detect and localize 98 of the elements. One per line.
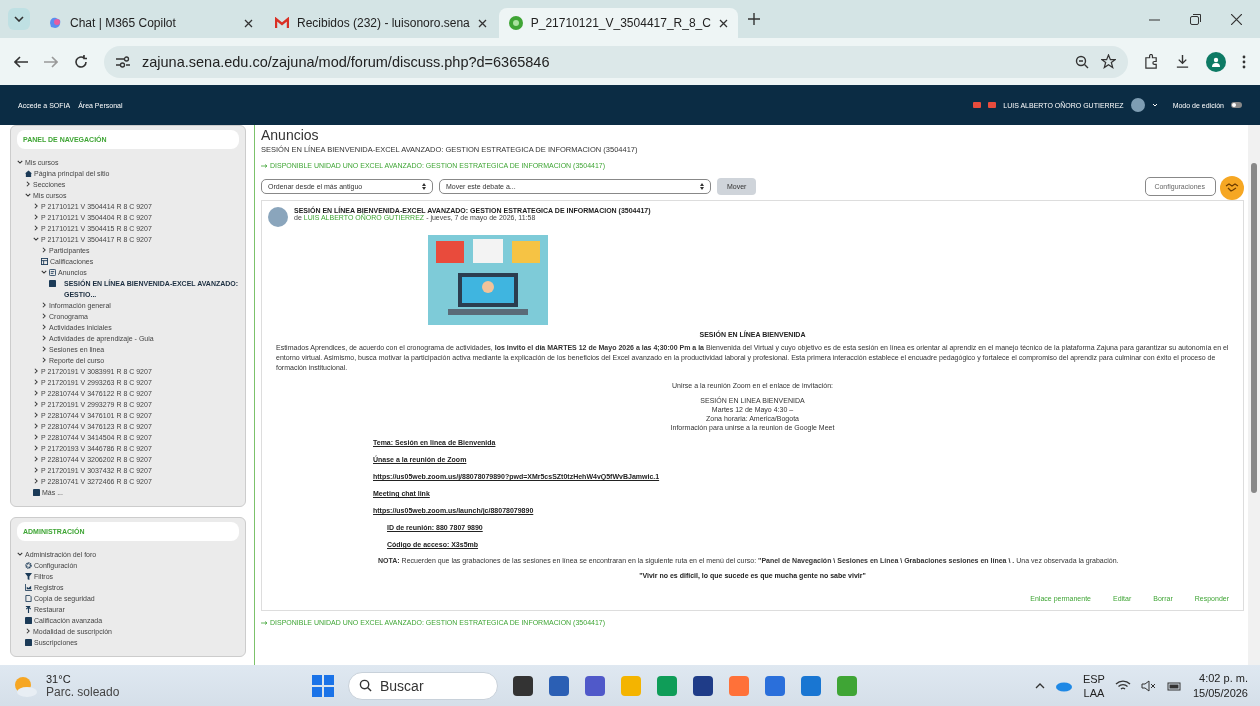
app-icon[interactable] — [692, 674, 714, 697]
page-heading: Anuncios — [261, 127, 320, 143]
envelope-logo-icon — [275, 17, 289, 29]
updown-caret-icon — [700, 183, 704, 190]
notification-icon[interactable] — [973, 102, 982, 108]
language-code[interactable]: ESP — [1082, 671, 1105, 686]
search-icon — [359, 679, 372, 692]
forum-icon — [49, 269, 56, 276]
battery-icon[interactable] — [1166, 679, 1183, 692]
clock-time[interactable]: 4:02 p. m. — [1199, 670, 1248, 686]
chevron-right-icon[interactable] — [33, 467, 39, 473]
file-icon — [25, 595, 32, 602]
square-icon — [49, 280, 56, 287]
square-icon — [33, 489, 40, 496]
app-icon[interactable] — [512, 674, 534, 697]
star-icon[interactable] — [1101, 54, 1116, 69]
new-tab-icon[interactable] — [747, 13, 760, 25]
chevron-right-icon[interactable] — [41, 346, 47, 352]
wifi-icon[interactable] — [1114, 679, 1131, 692]
browser-tab[interactable]: Recibidos (232) - luisonoro.sena — [265, 8, 497, 38]
weather-text: Parc. soleado — [46, 684, 120, 699]
chevron-right-icon[interactable] — [41, 313, 47, 319]
close-icon[interactable] — [244, 18, 253, 28]
caret-icon[interactable] — [1151, 103, 1158, 107]
chevron-down-icon[interactable] — [33, 236, 39, 242]
chevron-right-icon[interactable] — [33, 412, 39, 418]
app-icon[interactable] — [584, 674, 606, 697]
table-icon — [41, 258, 48, 265]
chevron-right-icon[interactable] — [33, 368, 39, 374]
arrow-right-icon — [261, 620, 268, 625]
chevron-right-icon[interactable] — [33, 390, 39, 396]
close-icon[interactable] — [718, 18, 728, 28]
chevron-down-icon[interactable] — [41, 269, 47, 275]
chevron-right-icon[interactable] — [33, 379, 39, 385]
address-bar[interactable]: zajuna.sena.edu.co/zajuna/mod/forum/discuss.php?d=6365846 — [104, 45, 1128, 78]
sun-cloud-icon — [12, 674, 38, 697]
chevron-right-icon[interactable] — [25, 628, 31, 634]
menu-icon[interactable] — [1242, 54, 1246, 69]
chevron-right-icon[interactable] — [33, 423, 39, 429]
chevron-right-icon[interactable] — [33, 445, 39, 451]
chevron-right-icon[interactable] — [33, 478, 39, 484]
chevron-right-icon[interactable] — [41, 324, 47, 330]
speaker-muted-icon[interactable] — [1140, 679, 1157, 692]
chevron-right-icon[interactable] — [25, 181, 31, 187]
reload-icon[interactable] — [74, 54, 88, 69]
chevron-right-icon[interactable] — [41, 247, 47, 253]
home-icon — [25, 170, 32, 177]
author-avatar — [268, 207, 288, 227]
close-icon[interactable] — [1231, 13, 1242, 25]
close-icon[interactable] — [477, 18, 487, 28]
browser-tab[interactable]: Chat | M365 Copilot — [38, 8, 263, 38]
chevron-down-icon[interactable] — [17, 551, 23, 557]
keyboard-layout[interactable]: LAA — [1083, 685, 1105, 700]
arrow-right-icon — [261, 163, 268, 168]
app-icon[interactable] — [548, 674, 570, 697]
upload-arrow-icon — [25, 606, 32, 613]
browser-tab[interactable]: P_21710121_V_3504417_R_8_C — [498, 8, 738, 38]
tab-search-button[interactable] — [8, 8, 30, 30]
zoom-out-icon[interactable] — [1075, 54, 1089, 69]
chat-icon[interactable] — [988, 102, 997, 108]
handshake-icon — [1225, 183, 1239, 193]
temperature: 31°C — [46, 672, 72, 685]
chevron-right-icon[interactable] — [33, 456, 39, 462]
back-arrow-icon[interactable] — [14, 55, 28, 68]
chevron-down-icon[interactable] — [25, 192, 31, 198]
chevron-down-icon — [14, 16, 24, 22]
windows-logo-icon[interactable] — [312, 674, 334, 697]
chevron-right-icon[interactable] — [33, 434, 39, 440]
chart-icon — [25, 584, 32, 591]
chevron-right-icon[interactable] — [41, 357, 47, 363]
chevron-right-icon[interactable] — [41, 335, 47, 341]
square-icon — [25, 639, 32, 646]
person-icon — [1211, 56, 1221, 67]
chevron-right-icon[interactable] — [41, 302, 47, 308]
profile-avatar[interactable] — [1206, 51, 1226, 72]
forward-arrow-icon[interactable] — [44, 55, 58, 68]
taskbar-search[interactable]: Buscar — [348, 671, 498, 700]
restore-window-icon[interactable] — [1190, 13, 1201, 25]
help-button[interactable] — [1220, 176, 1244, 200]
site-settings-icon — [116, 55, 130, 68]
settings-icon — [25, 562, 32, 569]
updown-caret-icon — [422, 183, 426, 190]
scrollbar[interactable] — [1248, 125, 1260, 665]
square-icon — [25, 617, 32, 624]
extensions-icon[interactable] — [1144, 54, 1159, 69]
chevron-right-icon[interactable] — [33, 203, 39, 209]
filter-icon — [25, 573, 32, 580]
user-avatar[interactable] — [1130, 98, 1145, 112]
clock-date[interactable]: 15/05/2026 — [1192, 685, 1248, 701]
circle-logo-icon — [508, 16, 523, 30]
edit-mode-toggle[interactable] — [1231, 102, 1242, 108]
chevron-down-icon[interactable] — [17, 159, 23, 165]
sparkle-logo-icon — [48, 16, 62, 30]
chevron-right-icon[interactable] — [33, 214, 39, 220]
chevron-right-icon[interactable] — [33, 225, 39, 231]
chevron-right-icon[interactable] — [33, 401, 39, 407]
download-icon[interactable] — [1175, 54, 1190, 69]
chevron-up-icon[interactable] — [1034, 682, 1045, 689]
